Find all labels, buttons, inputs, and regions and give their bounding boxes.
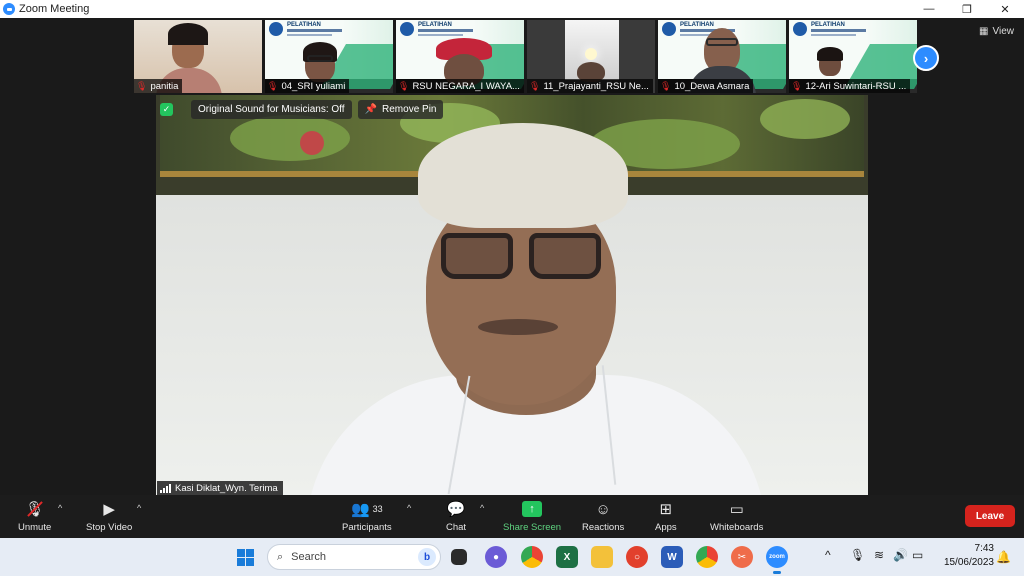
word-icon[interactable]: W	[661, 546, 683, 568]
whiteboards-icon: ▭	[729, 501, 744, 518]
reactions-button[interactable]: ☺ Reactions	[582, 499, 624, 534]
window-controls: — ❐ ✕	[910, 0, 1024, 18]
chrome-profile-icon[interactable]	[696, 546, 718, 568]
windows-start-icon[interactable]	[237, 549, 254, 566]
participant-tile[interactable]: 🎙 panitia	[134, 20, 262, 93]
pin-icon: 📌	[364, 104, 378, 115]
windows-taskbar: ⌕ Search b ● X ○ W ✂ zoom ^ 🎙 ≋ 🔊 ▭ 7:43…	[0, 538, 1024, 576]
apps-icon: ⊞	[659, 501, 673, 518]
mic-muted-icon: 🎙	[791, 80, 803, 91]
mic-muted-icon: 🎙	[267, 80, 279, 91]
speaker-name-label: Kasi Diklat_Wyn. Terima	[157, 481, 283, 495]
gallery-next-button[interactable]: ›	[913, 45, 939, 71]
original-sound-button[interactable]: Original Sound for Musicians: Off	[191, 100, 352, 119]
speaker-glasses	[441, 233, 601, 283]
participant-name: 🎙 RSU NEGARA_I WAYA...	[396, 79, 524, 93]
meeting-stage: 🎙 panitia PELATIHAN 🎙 04_SRI yuliami PELAT…	[0, 18, 1024, 495]
slide-thumbnail: PELATIHAN	[789, 20, 917, 89]
remove-pin-button[interactable]: 📌 Remove Pin	[357, 100, 444, 119]
search-placeholder: Search	[291, 551, 327, 563]
wifi-icon[interactable]: ≋	[874, 548, 884, 562]
taskbar-search[interactable]: ⌕ Search b	[267, 544, 441, 570]
participant-name: 🎙 panitia	[134, 79, 183, 93]
participant-tile[interactable]: PELATIHAN 🎙 12-Ari Suwintari-RSU ...	[789, 20, 917, 93]
zoom-logo-icon	[3, 3, 15, 15]
participant-tile[interactable]: PELATIHAN 🎙 RSU NEGARA_I WAYA...	[396, 20, 524, 93]
participant-name: 🎙 11_Prajayanti_RSU Ne...	[527, 79, 653, 93]
meeting-toolbar: 🎙 Unmute ^ ▶ Stop Video ^ 👥33 Participan…	[0, 495, 1024, 538]
participant-name: 🎙 10_Dewa Asmara	[658, 79, 754, 93]
snipping-tool-icon[interactable]: ✂	[731, 546, 753, 568]
view-button[interactable]: ▦ View	[979, 26, 1014, 37]
window-titlebar: Zoom Meeting — ❐ ✕	[0, 0, 1024, 18]
chat-options-caret[interactable]: ^	[480, 503, 484, 513]
participant-tile[interactable]: PELATIHAN 🎙 04_SRI yuliami	[265, 20, 393, 93]
speaker-headwear	[418, 123, 628, 228]
video-overlay-controls: ✓ Original Sound for Musicians: Off 📌 Re…	[160, 100, 444, 119]
participant-tile[interactable]: PELATIHAN 🎙 10_Dewa Asmara	[658, 20, 786, 93]
participant-name: 🎙 12-Ari Suwintari-RSU ...	[789, 79, 911, 93]
photos-app-icon[interactable]: ○	[626, 546, 648, 568]
volume-icon[interactable]: 🔊	[893, 548, 908, 562]
participants-count: 33	[372, 504, 383, 514]
window-title: Zoom Meeting	[19, 3, 90, 15]
apps-button[interactable]: ⊞ Apps	[655, 499, 677, 533]
participants-button[interactable]: 👥 33 Participants	[342, 499, 392, 533]
mic-muted-icon: 🎙	[136, 80, 148, 91]
zoom-taskbar-icon[interactable]: zoom	[766, 546, 788, 574]
participants-icon: 👥 33	[350, 501, 383, 518]
restore-button[interactable]: ❐	[948, 0, 986, 18]
audio-options-caret[interactable]: ^	[58, 503, 62, 513]
battery-icon[interactable]: ▭	[912, 548, 923, 562]
chat-button[interactable]: 💬 Chat	[446, 499, 466, 533]
share-screen-button[interactable]: ↑ Share Screen	[503, 499, 561, 533]
participant-tile[interactable]: 🎙 11_Prajayanti_RSU Ne...	[527, 20, 655, 93]
taskbar-clock[interactable]: 7:43 15/06/2023	[938, 542, 994, 570]
minimize-button[interactable]: —	[910, 0, 948, 18]
mic-muted-icon: 🎙	[660, 80, 672, 91]
video-options-caret[interactable]: ^	[137, 503, 141, 513]
unmute-button[interactable]: 🎙 Unmute	[18, 499, 51, 533]
participants-options-caret[interactable]: ^	[407, 503, 411, 513]
speaker-video	[156, 95, 868, 495]
teams-chat-icon[interactable]: ●	[485, 546, 507, 568]
task-view-icon[interactable]	[451, 549, 467, 565]
leave-button[interactable]: Leave	[965, 505, 1015, 527]
speaker-mustache	[478, 319, 558, 335]
grid-icon: ▦	[979, 26, 989, 37]
signal-bars-icon	[160, 483, 171, 493]
mic-muted-icon: 🎙	[529, 80, 541, 91]
close-button[interactable]: ✕	[986, 0, 1024, 18]
file-explorer-icon[interactable]	[591, 546, 613, 568]
view-label: View	[992, 26, 1015, 37]
microphone-tray-icon[interactable]: 🎙	[850, 548, 865, 562]
clock-time: 7:43	[974, 543, 994, 554]
video-camera-icon: ▶	[103, 501, 115, 518]
gallery-strip: 🎙 panitia PELATIHAN 🎙 04_SRI yuliami PELAT…	[134, 20, 917, 93]
shield-icon: ✓	[160, 103, 173, 116]
whiteboards-button[interactable]: ▭ Whiteboards	[710, 499, 763, 533]
excel-icon[interactable]: X	[556, 546, 578, 568]
clock-date: 15/06/2023	[943, 557, 994, 568]
search-icon: ⌕	[277, 550, 284, 563]
notification-icon[interactable]: 🔔	[996, 550, 1011, 564]
share-screen-icon: ↑	[522, 499, 543, 519]
bing-icon[interactable]: b	[418, 548, 436, 566]
participant-name: 🎙 04_SRI yuliami	[265, 79, 350, 93]
mic-muted-icon: 🎙	[398, 80, 410, 91]
tray-overflow-icon[interactable]: ^	[825, 548, 831, 562]
mic-muted-icon: 🎙	[25, 499, 44, 519]
stop-video-button[interactable]: ▶ Stop Video	[86, 499, 132, 533]
chrome-icon[interactable]	[521, 546, 543, 568]
reactions-icon: ☺	[595, 500, 611, 518]
chat-icon: 💬	[446, 501, 466, 518]
